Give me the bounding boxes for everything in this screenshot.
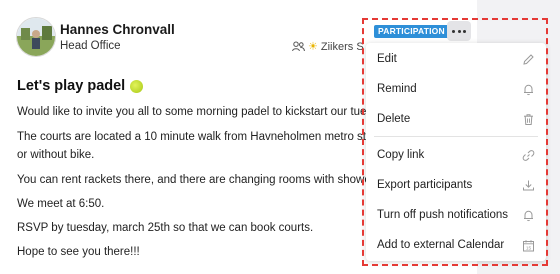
menu-item-delete[interactable]: Delete: [366, 105, 546, 133]
pencil-icon: [523, 53, 534, 65]
dot: [451, 29, 455, 33]
tennis-ball-icon: [130, 79, 144, 93]
menu-item-copy-link[interactable]: Copy link: [366, 141, 546, 169]
bell-icon: [524, 210, 533, 221]
calendar-icon-day: 15: [526, 245, 532, 251]
post-paragraph: or without bike.: [17, 149, 95, 161]
post-paragraph: The courts are located a 10 minute walk …: [17, 131, 402, 143]
menu-divider: [374, 136, 538, 137]
bell-icon: [524, 84, 533, 95]
post-title-text: Let's play padel: [17, 78, 126, 94]
audience-label: Ziikers S: [320, 40, 364, 53]
post-options-menu: Edit Remind Delete Copy link Export part…: [366, 43, 546, 261]
audience-info[interactable]: ☀ Ziikers S: [292, 40, 364, 53]
menu-item-label: Delete: [377, 113, 411, 125]
menu-item-label: Copy link: [377, 149, 425, 161]
link-icon: [522, 149, 535, 161]
avatar-photo: [17, 18, 55, 56]
post-title: Let's play padel: [17, 78, 144, 94]
dot: [463, 29, 467, 33]
post-paragraph: You can rent rackets there, and there ar…: [17, 174, 408, 186]
avatar[interactable]: [16, 17, 56, 57]
post-paragraph: Hope to see you there!!!: [17, 246, 140, 258]
menu-item-export-participants[interactable]: Export participants: [366, 171, 546, 199]
sun-icon: ☀: [308, 41, 318, 53]
menu-item-label: Turn off push notifications: [377, 209, 509, 221]
menu-item-turn-off-push[interactable]: Turn off push notifications: [366, 201, 546, 229]
more-options-button[interactable]: [447, 21, 471, 41]
author-name[interactable]: Hannes Chronvall: [60, 22, 175, 37]
participation-badge: PARTICIPATION: [374, 25, 449, 38]
menu-item-edit[interactable]: Edit: [366, 45, 546, 73]
dot: [457, 29, 461, 33]
menu-item-label: Add to external Calendar: [377, 239, 505, 251]
menu-item-label: Remind: [377, 83, 417, 95]
menu-item-label: Edit: [377, 53, 397, 65]
menu-item-remind[interactable]: Remind: [366, 75, 546, 103]
post-paragraph: Would like to invite you all to some mor…: [17, 106, 401, 118]
trash-icon: [524, 113, 533, 125]
author-office: Head Office: [60, 40, 121, 52]
menu-item-label: Export participants: [377, 179, 473, 191]
download-icon: [523, 180, 534, 190]
menu-item-add-to-calendar[interactable]: Add to external Calendar 15: [366, 231, 546, 259]
calendar-icon: 15: [523, 239, 534, 251]
post-paragraph: We meet at 6:50.: [17, 198, 105, 210]
post-paragraph: RSVP by tuesday, march 25th so that we c…: [17, 222, 314, 234]
group-icon: [292, 41, 305, 52]
